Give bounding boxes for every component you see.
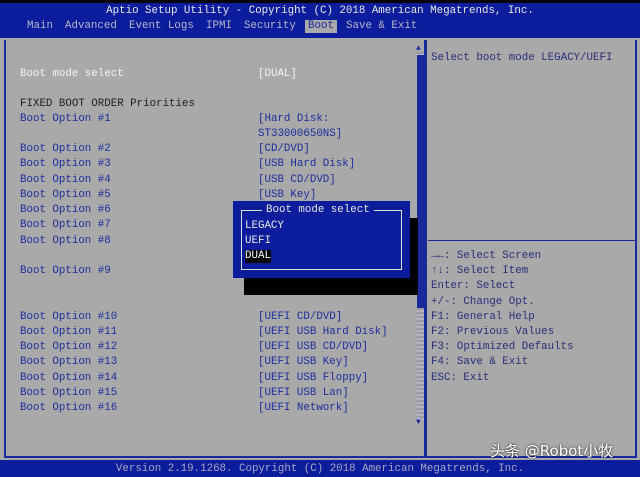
boot-option-label[interactable]: Boot Option #8 xyxy=(20,235,111,248)
boot-option-label[interactable]: Boot Option #7 xyxy=(20,219,111,232)
scroll-down-icon[interactable]: ▼ xyxy=(416,419,421,427)
boot-option-label[interactable]: Boot Option #14 xyxy=(20,372,117,385)
tab-main[interactable]: Main xyxy=(24,20,56,33)
boot-option-value[interactable]: [Hard Disk: xyxy=(258,113,329,126)
boot-option-value[interactable]: [UEFI CD/DVD] xyxy=(258,311,342,324)
popup-option-uefi[interactable]: UEFI xyxy=(245,235,271,248)
boot-option-value[interactable]: [USB Hard Disk] xyxy=(258,158,355,171)
tab-boot[interactable]: Boot xyxy=(305,20,337,33)
boot-option-value[interactable]: [UEFI USB Key] xyxy=(258,356,349,369)
key-help-item: ↑↓: Select Item xyxy=(431,265,529,278)
scroll-up-icon[interactable]: ▲ xyxy=(416,45,421,53)
tab-ipmi[interactable]: IPMI xyxy=(203,20,235,33)
boot-option-value[interactable]: [UEFI USB Hard Disk] xyxy=(258,326,388,339)
boot-option-label[interactable]: Boot Option #2 xyxy=(20,143,111,156)
boot-option-label[interactable]: Boot Option #12 xyxy=(20,341,117,354)
boot-option-value[interactable]: [UEFI USB CD/DVD] xyxy=(258,341,368,354)
key-help-item: Enter: Select xyxy=(431,280,516,293)
boot-option-label[interactable]: Boot Option #15 xyxy=(20,387,117,400)
boot-option-value[interactable]: [UEFI USB Floppy] xyxy=(258,372,368,385)
help-description: Select boot mode LEGACY/UEFI xyxy=(431,52,613,64)
boot-mode-select-label[interactable]: Boot mode select xyxy=(20,68,124,81)
boot-option-label[interactable]: Boot Option #16 xyxy=(20,402,117,415)
tab-advanced[interactable]: Advanced xyxy=(62,20,120,33)
help-panel xyxy=(425,40,637,458)
help-divider xyxy=(428,240,636,241)
tab-event-logs[interactable]: Event Logs xyxy=(126,20,197,33)
boot-option-value[interactable]: [UEFI USB Lan] xyxy=(258,387,349,400)
boot-option-label[interactable]: Boot Option #5 xyxy=(20,189,111,202)
boot-option-label[interactable]: Boot Option #11 xyxy=(20,326,117,339)
boot-option-label[interactable]: Boot Option #10 xyxy=(20,311,117,324)
key-help-item: +/-: Change Opt. xyxy=(431,295,535,308)
key-help-item: F2: Previous Values xyxy=(431,326,555,338)
boot-option-label[interactable]: Boot Option #13 xyxy=(20,356,117,369)
key-help-item: ESC: Exit xyxy=(431,371,490,384)
popup-title: Boot mode select xyxy=(262,204,374,217)
boot-option-label[interactable]: Boot Option #3 xyxy=(20,158,111,171)
popup-option-dual[interactable]: DUAL xyxy=(245,250,271,263)
watermark: 头条 @Robot小牧 xyxy=(490,442,614,460)
key-help-item: F1: General Help xyxy=(431,310,535,323)
boot-option-value[interactable]: [CD/DVD] xyxy=(258,143,310,156)
key-help-item: F3: Optimized Defaults xyxy=(431,341,574,354)
boot-option-label[interactable]: Boot Option #4 xyxy=(20,174,111,187)
boot-option-value[interactable]: [USB CD/DVD] xyxy=(258,174,336,187)
boot-option-label[interactable]: Boot Option #1 xyxy=(20,113,111,126)
boot-option-label[interactable]: Boot Option #9 xyxy=(20,265,111,278)
popup-option-legacy[interactable]: LEGACY xyxy=(245,220,284,233)
section-heading: FIXED BOOT ORDER Priorities xyxy=(20,98,195,110)
boot-option-value[interactable]: [UEFI Network] xyxy=(258,402,349,415)
app-title: Aptio Setup Utility - Copyright (C) 2018… xyxy=(106,5,534,17)
key-help-item: F4: Save & Exit xyxy=(431,356,529,369)
tab-security[interactable]: Security xyxy=(241,20,299,33)
boot-option-value-continued[interactable]: ST33000650NS] xyxy=(258,128,342,141)
scrollbar-thumb[interactable] xyxy=(417,55,424,308)
key-help-item: →←: Select Screen xyxy=(431,250,542,262)
tab-save-exit[interactable]: Save & Exit xyxy=(343,20,420,33)
boot-mode-select-value[interactable]: [DUAL] xyxy=(258,68,297,81)
boot-option-label[interactable]: Boot Option #6 xyxy=(20,204,111,217)
footer-version: Version 2.19.1268. Copyright (C) 2018 Am… xyxy=(115,463,525,475)
